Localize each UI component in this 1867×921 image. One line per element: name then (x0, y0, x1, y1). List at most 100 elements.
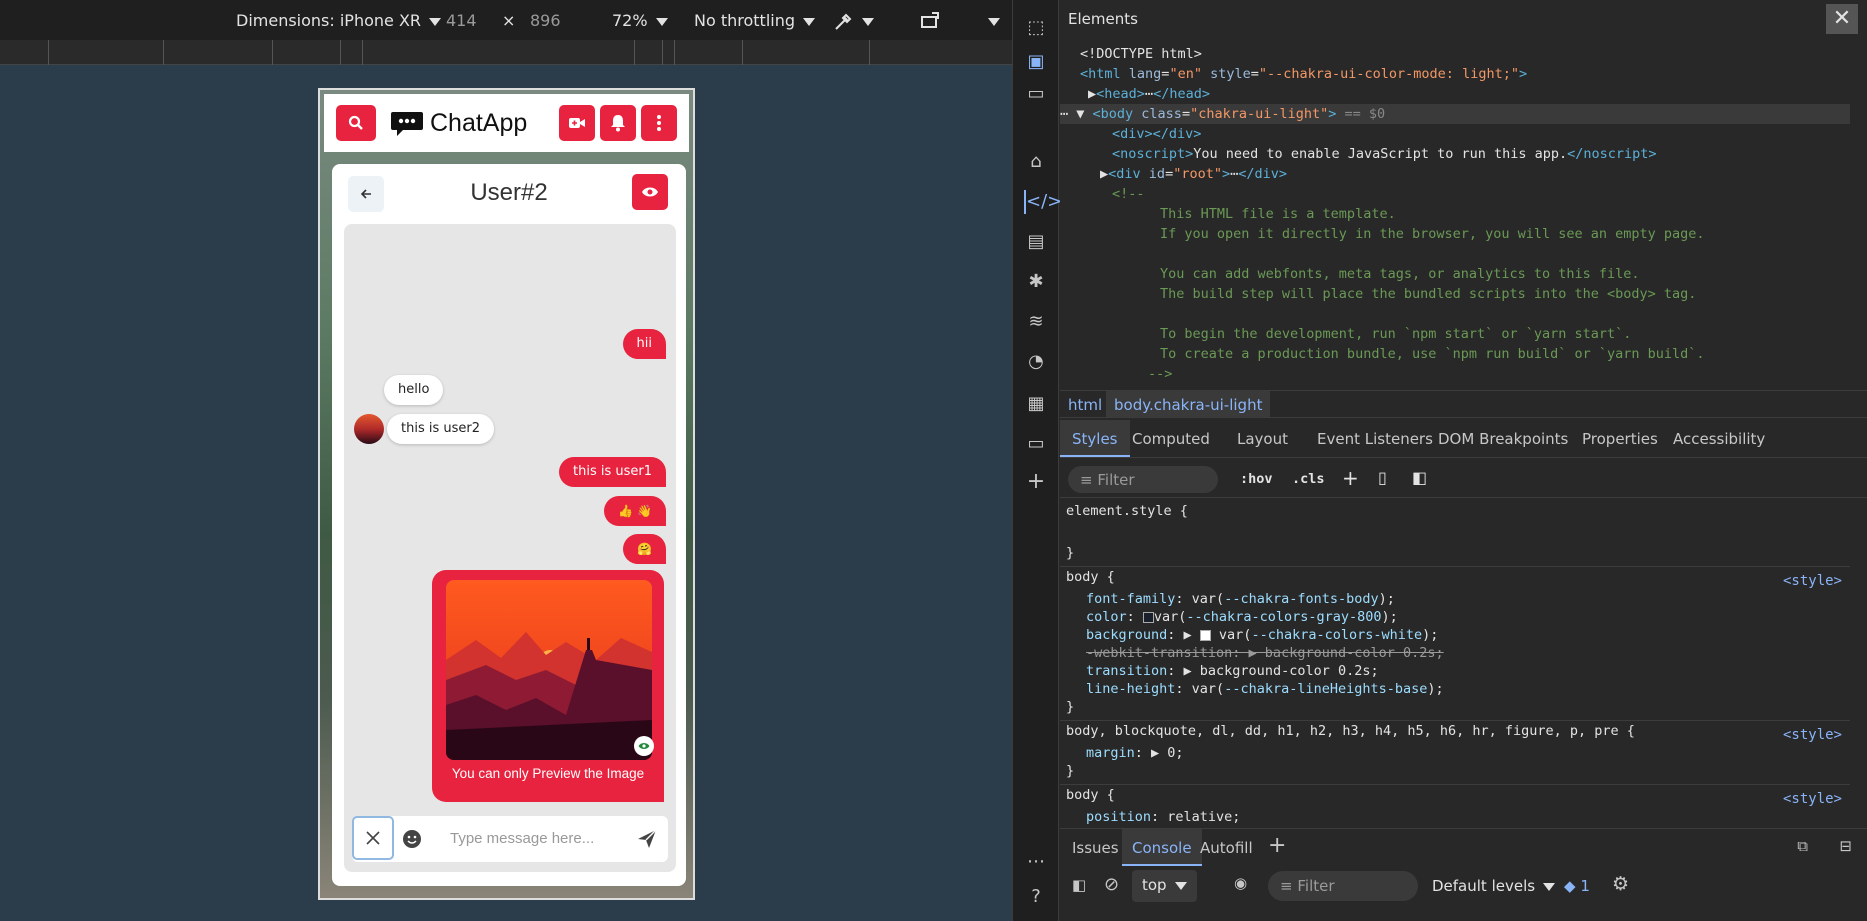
tab-computed[interactable]: Computed (1132, 430, 1210, 448)
more-tools-icon[interactable]: ⋯ (1024, 850, 1048, 874)
close-attachment-button[interactable] (352, 816, 394, 860)
styles-pane: element.style { } body { <style> font-fa… (1060, 500, 1850, 825)
view-profile-button[interactable] (632, 174, 668, 210)
tab-autofill[interactable]: Autofill (1200, 839, 1253, 857)
breadcrumb-html[interactable]: html (1068, 396, 1102, 414)
debugger-bug-icon[interactable]: ✱ (1024, 270, 1048, 294)
tab-dom-breakpoints[interactable]: DOM Breakpoints (1438, 430, 1568, 448)
undock-drawer-icon[interactable]: ⧉ (1797, 837, 1808, 855)
style-declaration-overridden[interactable]: -webkit-transition: ▶ background-color 0… (1086, 644, 1444, 662)
close-drawer-icon[interactable]: ⊟ (1839, 837, 1852, 855)
notifications-button[interactable] (600, 105, 636, 141)
message-bubble-received: hello (384, 375, 444, 405)
home-icon[interactable]: ⌂ (1024, 150, 1048, 174)
tab-event-listeners[interactable]: Event Listeners (1317, 430, 1433, 448)
throttling-dropdown[interactable]: No throttling (694, 11, 816, 30)
message-input[interactable]: Type message here... (450, 830, 594, 847)
tab-layout[interactable]: Layout (1237, 430, 1288, 448)
dom-line-head[interactable]: ▶<head>⋯</head> (1088, 84, 1210, 104)
sidebar-toggle-icon[interactable]: ◧ (1412, 468, 1427, 487)
send-button[interactable] (636, 828, 658, 854)
avatar[interactable] (354, 414, 384, 444)
sunset-landscape-image (446, 580, 652, 760)
rotate-button[interactable] (920, 11, 942, 35)
throttling-label: No throttling (694, 11, 796, 30)
add-drawer-tab-icon[interactable]: + (1268, 833, 1286, 858)
tab-accessibility[interactable]: Accessibility (1673, 430, 1765, 448)
dom-line-root[interactable]: ▶<div id="root">⋯</div> (1100, 164, 1287, 184)
console-settings-gear-icon[interactable]: ⚙ (1612, 873, 1629, 895)
close-devtools-button[interactable]: ✕ (1826, 4, 1858, 34)
panel-title: Elements (1068, 10, 1138, 28)
cls-toggle[interactable]: .cls (1292, 471, 1325, 487)
menu-button[interactable] (641, 105, 677, 141)
context-selector[interactable]: top (1132, 870, 1197, 902)
new-style-rule-icon[interactable]: + (1342, 466, 1359, 490)
style-declaration[interactable]: transition: ▶ background-color 0.2s; (1086, 662, 1379, 680)
issues-counter[interactable]: ◆ 1 (1564, 877, 1590, 895)
style-declaration[interactable]: color: var(--chakra-colors-gray-800); (1086, 608, 1398, 626)
device-toggle-icon[interactable]: ▣ (1024, 50, 1048, 74)
style-declaration[interactable]: background: ▶ var(--chakra-colors-white)… (1086, 626, 1438, 644)
dimensions-dropdown[interactable]: Dimensions: iPhone XR (236, 11, 442, 30)
clear-console-icon[interactable]: ⊘ (1104, 874, 1119, 895)
style-declaration[interactable]: margin: ▶ 0; (1086, 744, 1184, 762)
inspect-icon[interactable]: ⬚ (1024, 16, 1048, 40)
video-call-button[interactable] (559, 105, 595, 141)
style-declaration[interactable]: position: relative; (1086, 808, 1240, 825)
dom-comment-line: You can add webfonts, meta tags, or anal… (1160, 266, 1640, 282)
image-message: You can only Preview the Image (432, 570, 664, 802)
network-wifi-icon[interactable]: ≋ (1024, 310, 1048, 334)
style-declaration[interactable]: font-family: var(--chakra-fonts-body); (1086, 590, 1395, 608)
help-icon[interactable]: ? (1024, 885, 1048, 909)
hov-toggle[interactable]: :hov (1240, 471, 1273, 487)
height-input[interactable]: 896 (530, 11, 561, 30)
preview-eye-badge[interactable] (634, 736, 654, 756)
paint-brush-icon[interactable]: ▯ (1378, 468, 1387, 487)
memory-chip-icon[interactable]: ▦ (1024, 392, 1048, 416)
zoom-dropdown[interactable]: 72% (612, 11, 668, 30)
emoji-button[interactable] (402, 829, 422, 853)
dom-line-noscript[interactable]: <noscript>You need to enable JavaScript … (1112, 144, 1657, 164)
dom-line-div[interactable]: <div></div> (1112, 124, 1201, 144)
rule-source-link[interactable]: <style> (1783, 726, 1842, 744)
tab-console[interactable]: Console (1122, 829, 1202, 866)
live-expression-eye-icon[interactable]: ◉ (1234, 874, 1247, 892)
dom-line-doctype[interactable]: <!DOCTYPE html> (1080, 44, 1202, 64)
console-tool-icon[interactable]: ▤ (1024, 230, 1048, 254)
rule-source-link[interactable]: <style> (1783, 790, 1842, 808)
tab-properties[interactable]: Properties (1582, 430, 1658, 448)
zoom-label: 72% (612, 11, 648, 30)
log-levels-dropdown[interactable]: Default levels (1432, 877, 1556, 895)
dom-line-html[interactable]: <html lang="en" style="--chakra-ui-color… (1080, 64, 1527, 84)
filter-icon: ≡ (1080, 471, 1093, 489)
dom-line-body[interactable]: ⋯ ▼ <body class="chakra-ui-light"> == $0 (1060, 104, 1850, 124)
tab-issues[interactable]: Issues (1072, 839, 1119, 857)
issues-count: 1 (1580, 877, 1590, 895)
message-list: hii hello this is user2 this is user1 👍 … (344, 224, 676, 872)
more-options-button[interactable] (980, 11, 1000, 30)
console-filter-input[interactable]: ≡ Filter (1268, 871, 1418, 901)
width-input[interactable]: 414 (446, 11, 477, 30)
rule-selector[interactable]: body { (1066, 786, 1115, 804)
breadcrumb-body[interactable]: body.chakra-ui-light (1106, 391, 1271, 417)
add-tool-icon[interactable]: + (1024, 470, 1048, 494)
media-query-ruler[interactable] (0, 40, 1012, 65)
sidebar-toggle-icon[interactable]: ◧ (1072, 876, 1086, 894)
chevron-down-icon (803, 17, 816, 26)
search-button[interactable] (336, 105, 376, 141)
rule-source-link[interactable]: <style> (1783, 572, 1842, 590)
sensors-button[interactable] (832, 11, 874, 37)
dock-icon[interactable]: ▭ (1024, 82, 1048, 106)
style-declaration[interactable]: line-height: var(--chakra-lineHeights-ba… (1086, 680, 1444, 698)
application-icon[interactable]: ▭ (1024, 432, 1048, 456)
styles-filter-input[interactable]: ≡ Filter (1068, 466, 1218, 493)
preview-image[interactable] (446, 580, 652, 760)
rule-selector[interactable]: body, blockquote, dl, dd, h1, h2, h3, h4… (1066, 722, 1635, 740)
video-icon (569, 118, 585, 128)
elements-tool-icon[interactable]: </> (1024, 190, 1062, 214)
rule-selector[interactable]: body { (1066, 568, 1115, 586)
tab-styles[interactable]: Styles (1060, 420, 1130, 457)
rule-selector[interactable]: element.style { (1066, 502, 1188, 520)
performance-icon[interactable]: ◔ (1024, 350, 1048, 374)
